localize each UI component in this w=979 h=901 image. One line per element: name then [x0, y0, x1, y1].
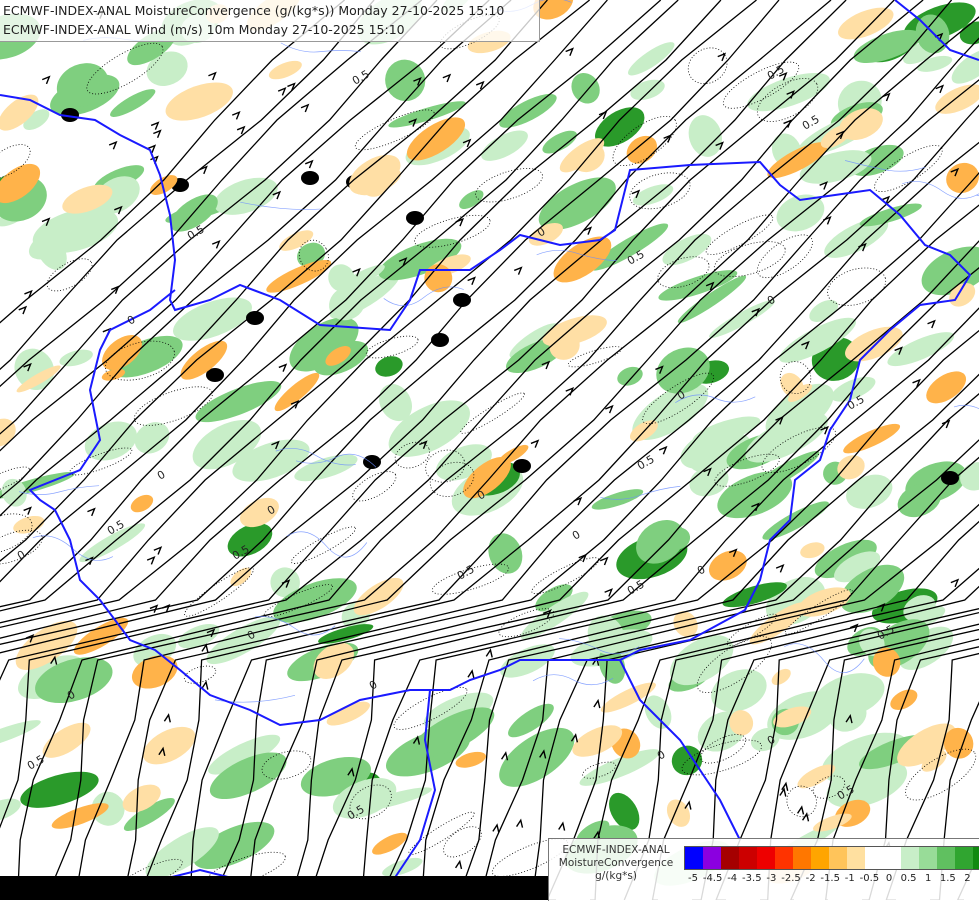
legend-tick-labels: -5 -4.5 -4 -3.5 -3 -2.5 -2 -1.5 -1 -0.5 0 0.5 1 1.5 2 — [684, 873, 978, 887]
legend-tick-label: -1 — [845, 873, 855, 884]
legend-line-1: ECMWF-INDEX-ANAL — [553, 844, 679, 857]
legend-swatch — [757, 847, 775, 869]
legend-tick-label: 2 — [964, 873, 970, 884]
legend-swatch — [775, 847, 793, 869]
legend-color-bar — [684, 846, 979, 870]
legend-swatch — [721, 847, 739, 869]
convergence-core — [301, 171, 319, 185]
legend-swatch — [793, 847, 811, 869]
legend-swatch — [937, 847, 955, 869]
legend-tick-label: -1.5 — [820, 873, 840, 884]
legend-tick-label: -5 — [688, 873, 698, 884]
legend-swatch — [883, 847, 901, 869]
legend-tick-label: -2.5 — [781, 873, 801, 884]
title-wind: ECMWF-INDEX-ANAL Wind (m/s) 10m Monday 2… — [3, 20, 539, 39]
legend-swatch — [901, 847, 919, 869]
legend-swatch — [811, 847, 829, 869]
legend-swatch — [685, 847, 703, 869]
legend-title: ECMWF-INDEX-ANAL MoistureConvergence g/(… — [553, 844, 679, 883]
legend-swatch — [865, 847, 883, 869]
legend-tick-label: -2 — [806, 873, 816, 884]
legend-swatch — [829, 847, 847, 869]
weather-map: 0.50.50.50.50.5000000.50.500.50.500.50.5… — [0, 0, 979, 900]
legend-tick-label: -3.5 — [742, 873, 762, 884]
color-legend: ECMWF-INDEX-ANAL MoistureConvergence g/(… — [548, 838, 979, 901]
legend-swatch — [847, 847, 865, 869]
legend-swatch — [955, 847, 973, 869]
convergence-core — [513, 459, 531, 473]
legend-tick-label: -4.5 — [703, 873, 723, 884]
title-moisture-convergence: ECMWF-INDEX-ANAL MoistureConvergence (g/… — [3, 1, 539, 20]
legend-swatch — [703, 847, 721, 869]
bottom-black-strip — [0, 876, 548, 900]
legend-line-3: g/(kg*s) — [553, 870, 679, 883]
map-title-box: ECMWF-INDEX-ANAL MoistureConvergence (g/… — [0, 0, 540, 42]
legend-tick-label: 1.5 — [940, 873, 956, 884]
legend-tick-label: -4 — [727, 873, 737, 884]
legend-tick-label: 0 — [886, 873, 892, 884]
legend-tick-label: 0.5 — [901, 873, 917, 884]
legend-swatch — [973, 847, 979, 869]
legend-tick-label: -3 — [766, 873, 776, 884]
legend-swatch — [739, 847, 757, 869]
legend-line-2: MoistureConvergence — [553, 857, 679, 870]
legend-swatch — [919, 847, 937, 869]
legend-tick-label: -0.5 — [860, 873, 880, 884]
legend-tick-label: 1 — [925, 873, 931, 884]
